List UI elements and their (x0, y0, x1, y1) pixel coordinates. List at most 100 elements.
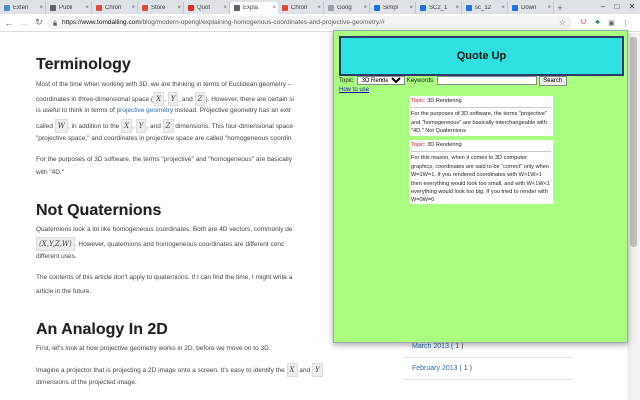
browser-window: Exten × Publi × Chron × Store × Quot × Expla × Chron… (0, 0, 640, 400)
tab-favicon-icon (512, 5, 518, 11)
browser-tab[interactable]: Goog × (324, 2, 370, 14)
quote-card: Topic: 3D Rendering For the purposes of … (409, 96, 553, 136)
text: First, let's look at how projective geom… (36, 345, 271, 352)
tab-favicon-icon (466, 5, 472, 11)
tab-close-icon[interactable]: × (223, 5, 227, 11)
tab-title: Goog (337, 5, 352, 11)
close-window-button[interactable]: ✕ (625, 0, 639, 12)
extension-evernote-icon[interactable]: ♣ (592, 17, 603, 28)
topic-select[interactable]: 3D Rendering (356, 76, 405, 85)
search-button[interactable]: Search (538, 75, 567, 86)
menu-dots-icon[interactable]: ⋮ (620, 17, 631, 28)
page-scrollbar[interactable] (627, 33, 640, 400)
tab-close-icon[interactable]: × (131, 5, 135, 11)
address-bar[interactable]: https://www.tomdalling.com/blog/modern-o… (47, 16, 572, 29)
tab-close-icon[interactable]: × (39, 5, 43, 11)
archive-link[interactable]: February 2013 (412, 365, 458, 372)
text: instead. Projective geometry has an extr (173, 107, 292, 114)
tab-favicon-icon (420, 5, 426, 11)
popup-header: Quote Up (339, 36, 624, 76)
browser-tab[interactable]: Simpl × (370, 2, 416, 14)
keywords-input[interactable] (436, 76, 537, 85)
tab-favicon-icon (374, 5, 380, 11)
text: Imagine a projector that is projecting a… (36, 367, 287, 374)
tab-title: Quot (197, 5, 211, 11)
projective-geometry-link[interactable]: projective geometry (117, 107, 174, 114)
tab-close-icon[interactable]: × (85, 5, 89, 11)
divider (411, 107, 551, 109)
math-x: X (286, 363, 298, 378)
heading-analogy-2d: An Analogy In 2D (36, 321, 168, 338)
browser-tab[interactable]: Store × (138, 2, 184, 14)
tab-title: Expla (243, 5, 259, 11)
heading-terminology: Terminology (36, 56, 131, 73)
bookmark-star-icon[interactable]: ☆ (559, 18, 566, 27)
quote-up-popup: Quote Up Topic: 3D Rendering Keywords: S… (333, 30, 628, 343)
tab-close-icon[interactable]: × (409, 5, 413, 11)
math-y: Y (312, 363, 323, 378)
tab-close-icon[interactable]: × (547, 5, 551, 11)
extension-u-icon[interactable]: U (578, 17, 589, 28)
archive-link[interactable]: March 2013 (412, 343, 449, 350)
maximize-button[interactable]: □ (610, 0, 624, 12)
text: "projective space," and coordinates in p… (36, 135, 292, 142)
how-to-use-link[interactable]: How to use (339, 87, 369, 93)
text: and (297, 367, 312, 374)
text: Quaternions look a lot like homogeneous … (36, 226, 293, 233)
math-xyzw: (X,Y,Z,W) (36, 237, 75, 252)
paragraph: dimensions of the projected image. (36, 377, 408, 388)
text: different uses. (36, 253, 77, 260)
tab-favicon-icon (4, 5, 10, 11)
paragraph: Imagine a projector that is projecting a… (36, 363, 408, 378)
text: For the purposes of 3D software, the ter… (36, 156, 292, 163)
extension-puzzle-icon[interactable]: ▣ (606, 17, 617, 28)
tab-close-icon[interactable]: × (455, 5, 459, 11)
tab-favicon-icon (50, 5, 56, 11)
browser-tab[interactable]: Quot × (184, 2, 230, 14)
tab-title: Store (151, 5, 166, 11)
keywords-label: Keywords: (406, 77, 435, 84)
minimize-button[interactable]: – (596, 0, 610, 12)
browser-tab[interactable]: Publi × (46, 2, 92, 14)
tab-favicon-icon (282, 5, 288, 11)
math-w: W (54, 119, 68, 134)
browser-tab[interactable]: Exten × (0, 2, 46, 14)
tab-favicon-icon (328, 5, 334, 11)
tab-title: Down (521, 5, 537, 11)
tab-title: Chron (105, 5, 122, 11)
tab-title: Exten (13, 5, 29, 11)
tab-close-icon[interactable]: × (272, 5, 276, 11)
text: with "4D." (36, 169, 65, 176)
browser-tab[interactable]: sc_12 × (462, 2, 508, 14)
tab-close-icon[interactable]: × (317, 5, 321, 11)
tab-favicon-icon (142, 5, 148, 11)
popup-title: Quote Up (456, 50, 507, 62)
math-x: X (121, 119, 133, 134)
new-tab-button[interactable]: + (554, 2, 566, 14)
tab-favicon-icon (96, 5, 102, 11)
quote-topic: 3D Rendering (427, 98, 462, 104)
quote-topic: 3D Rendering (427, 142, 462, 148)
tab-close-icon[interactable]: × (363, 5, 367, 11)
tab-close-icon[interactable]: × (177, 5, 181, 11)
tab-close-icon[interactable]: × (501, 5, 505, 11)
search-controls: Topic: 3D Rendering Keywords: Search (339, 75, 624, 86)
text: The contents of this article don't apply… (36, 274, 293, 281)
math-z: Z (162, 119, 174, 134)
archive-item-february-2013[interactable]: February 2013( 1 ) (403, 358, 573, 380)
quote-text: For this reason, when it comes to 3D com… (411, 155, 550, 204)
back-button[interactable]: ← (3, 17, 15, 29)
quote-card: Topic: 3D Rendering For this reason, whe… (409, 140, 553, 204)
browser-tab[interactable]: Expla × (230, 2, 278, 14)
forward-button[interactable]: → (18, 17, 30, 29)
browser-tab[interactable]: Down × (508, 2, 554, 14)
scrollbar-thumb[interactable] (630, 37, 637, 247)
url-text: https://www.tomdalling.com/blog/modern-o… (62, 19, 385, 26)
paragraph: First, let's look at how projective geom… (36, 343, 408, 354)
text: ). However, there are certain si (205, 96, 294, 103)
browser-tab[interactable]: SC2_1 × (416, 2, 462, 14)
lock-icon (53, 19, 57, 26)
reload-button[interactable]: ↻ (33, 17, 45, 29)
browser-tab[interactable]: Chron × (92, 2, 138, 14)
browser-tab[interactable]: Chron × (278, 2, 324, 14)
